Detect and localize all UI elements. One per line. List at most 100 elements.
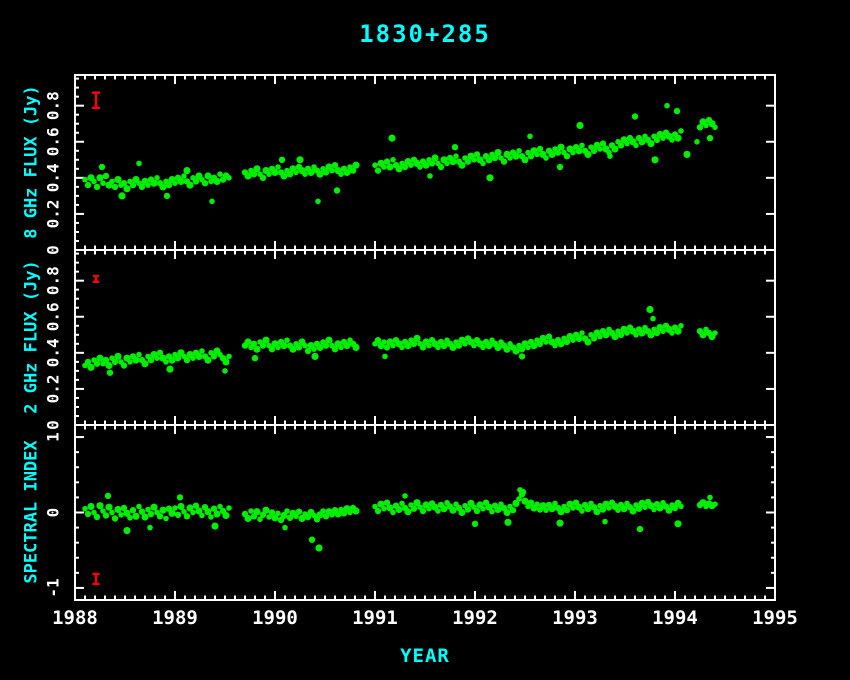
data-point xyxy=(489,509,495,515)
data-point xyxy=(202,180,208,186)
data-point xyxy=(244,172,251,179)
data-point xyxy=(570,337,576,343)
data-point xyxy=(127,359,133,365)
data-point xyxy=(642,504,648,510)
data-point xyxy=(564,507,570,513)
data-point xyxy=(114,353,121,360)
x-tick-label: 1988 xyxy=(52,607,98,629)
data-point xyxy=(512,347,519,354)
data-points-spectral-index xyxy=(82,487,718,552)
data-point xyxy=(154,355,160,361)
y-tick-label: 0 xyxy=(44,420,63,430)
data-point xyxy=(575,335,582,342)
y-tick-label: 0.4 xyxy=(44,338,63,367)
data-point xyxy=(411,506,417,512)
data-point xyxy=(707,495,713,501)
data-point xyxy=(275,345,281,351)
data-point xyxy=(678,128,684,134)
data-point xyxy=(302,343,308,349)
data-point xyxy=(646,306,653,313)
data-point xyxy=(388,135,395,142)
panel-8ghz-flux: 00.20.40.60.8 xyxy=(44,75,776,255)
data-point xyxy=(597,334,603,340)
data-point xyxy=(611,333,618,340)
data-point xyxy=(372,162,378,168)
data-point xyxy=(611,145,618,152)
data-point xyxy=(163,359,169,365)
data-point xyxy=(449,507,456,514)
data-point xyxy=(647,140,654,147)
data-point xyxy=(87,364,94,371)
data-point xyxy=(674,135,681,142)
data-point xyxy=(85,182,91,188)
x-tick-label: 1990 xyxy=(252,607,298,629)
data-point xyxy=(624,330,630,336)
data-point xyxy=(148,511,154,517)
data-point xyxy=(186,182,193,189)
y-tick-label: 0.2 xyxy=(44,374,63,403)
data-point xyxy=(145,182,151,188)
data-point xyxy=(375,167,381,173)
data-point xyxy=(557,144,564,151)
data-point xyxy=(296,509,302,515)
data-point xyxy=(556,520,563,527)
data-point xyxy=(381,506,387,512)
data-point xyxy=(557,340,564,347)
panel-frame xyxy=(75,250,775,425)
data-point xyxy=(87,503,94,510)
data-point xyxy=(633,332,639,338)
data-point xyxy=(172,180,178,186)
data-point xyxy=(543,339,549,345)
data-point xyxy=(712,330,718,336)
data-point xyxy=(320,508,326,514)
data-point xyxy=(548,505,555,512)
error-bar-2ghz-flux xyxy=(93,276,99,282)
data-point xyxy=(472,521,478,527)
data-point xyxy=(660,328,666,334)
data-point xyxy=(521,498,528,505)
data-point xyxy=(435,345,441,351)
y-tick-label: 0.8 xyxy=(44,266,63,295)
data-point xyxy=(315,544,322,551)
data-point xyxy=(381,339,387,345)
data-point xyxy=(105,362,112,369)
data-point xyxy=(109,179,115,185)
data-point xyxy=(426,506,432,512)
data-point xyxy=(674,108,680,114)
data-points-2ghz-flux xyxy=(82,306,718,376)
data-point xyxy=(552,343,558,349)
x-tick-label: 1995 xyxy=(752,607,798,629)
data-point xyxy=(226,505,232,511)
data-point xyxy=(168,357,175,364)
data-point xyxy=(96,174,103,181)
data-point xyxy=(519,353,525,359)
data-point xyxy=(579,143,585,149)
data-point xyxy=(159,507,166,514)
data-point xyxy=(512,153,519,160)
data-point xyxy=(123,527,130,534)
data-point xyxy=(136,352,142,358)
data-point xyxy=(262,337,269,344)
data-point xyxy=(404,508,411,515)
data-point xyxy=(534,501,540,507)
data-point xyxy=(707,135,713,141)
data-point xyxy=(275,511,281,517)
data-point xyxy=(453,153,459,159)
data-point xyxy=(175,512,181,518)
data-point xyxy=(309,537,315,543)
data-point xyxy=(503,509,510,516)
x-tick-label: 1989 xyxy=(152,607,198,629)
data-point xyxy=(494,149,501,156)
error-bar-spectral-index xyxy=(93,574,100,584)
data-point xyxy=(136,504,142,510)
panel-2ghz-flux: 00.20.40.60.8 xyxy=(44,250,776,430)
data-point xyxy=(656,504,663,511)
data-point xyxy=(570,505,576,511)
y-axis-title-8ghz: 8 GHz FLUX (Jy) xyxy=(22,75,44,250)
data-point xyxy=(352,507,359,514)
data-point xyxy=(557,164,563,170)
data-point xyxy=(213,178,220,185)
data-point xyxy=(395,165,402,172)
data-point xyxy=(252,355,258,361)
data-point xyxy=(438,164,444,170)
